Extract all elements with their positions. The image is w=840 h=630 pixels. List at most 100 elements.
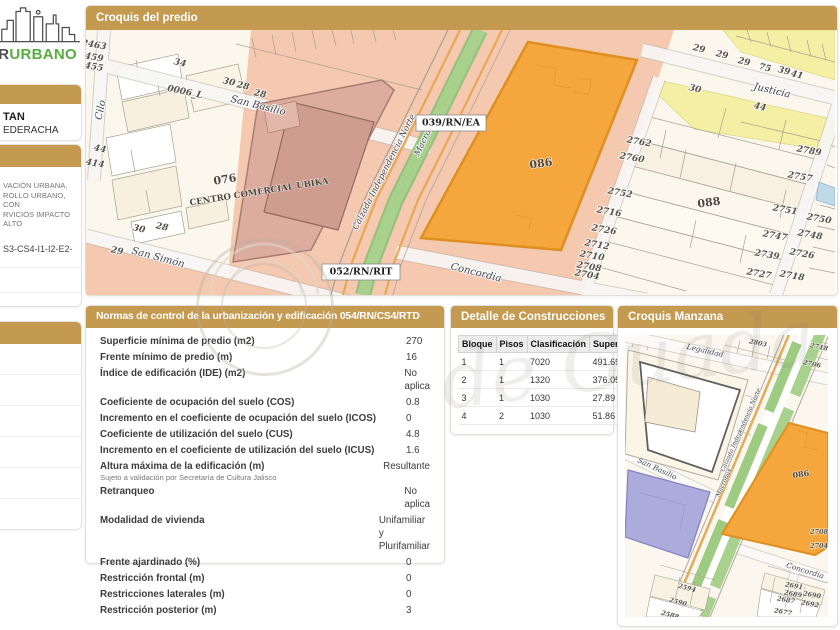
normas-value: 3 xyxy=(406,604,430,617)
city-skyline-icon xyxy=(0,0,80,46)
map-label: 2708 xyxy=(809,528,828,536)
normas-row: Restricciones laterales (m)0 xyxy=(100,586,430,602)
sidebar-row xyxy=(0,292,81,308)
normas-label: Superficie mínima de predio (m2) xyxy=(100,335,406,348)
normas-row: Incremento en el coeficiente de ocupació… xyxy=(100,410,430,426)
normas-value: 270 xyxy=(406,335,430,348)
sidebar-row xyxy=(0,499,81,529)
map-label: 2704 xyxy=(809,542,828,550)
table-cell: 2 xyxy=(459,371,497,389)
table-cell: 1320 xyxy=(527,371,590,389)
normas-note: Sujeto a validación por Secretaría de Cu… xyxy=(100,473,383,482)
panel-normas: Normas de control de la urbanización y e… xyxy=(85,305,445,564)
land-use-text: RVICIOS IMPACTO ALTO xyxy=(3,210,81,229)
normas-table: Superficie mínima de predio (m2)270Frent… xyxy=(86,328,444,621)
normas-value: No aplica xyxy=(404,485,430,511)
normas-row: Coeficiente de ocupación del suelo (COS)… xyxy=(100,394,430,410)
sidebar-row xyxy=(0,437,81,468)
normas-value: 0.8 xyxy=(406,396,430,409)
sidebar-card-header xyxy=(0,85,81,104)
normas-label: Altura máxima de la edificación (m)Sujet… xyxy=(100,460,383,482)
sidebar-row xyxy=(0,468,81,499)
normas-label: Restricciones laterales (m) xyxy=(100,588,406,601)
sidebar-uses-card: VACIÓN URBANA, ROLLO URBANO, CON RVICIOS… xyxy=(0,144,82,307)
table-cell: 1030 xyxy=(527,407,590,425)
table-cell: 3 xyxy=(459,389,497,407)
construction-row: 42103051.86 m² xyxy=(459,407,641,425)
normas-label: Modalidad de vivienda xyxy=(100,514,379,527)
table-cell: 1 xyxy=(496,353,527,371)
normas-row: Frente mínimo de predio (m)16 xyxy=(100,349,430,365)
panel-title: Croquis del predio xyxy=(86,6,837,30)
sidebar-zone-card: TAN EDERACHA xyxy=(0,84,82,141)
panel-title: Detalle de Construcciones xyxy=(451,306,613,328)
croquis-manzana-map[interactable]: LegalidadSan BasilioConcordiaCalzada Ind… xyxy=(625,335,828,617)
logo-part-green: URBANO xyxy=(9,46,77,63)
logo-wordmark: ORURBANO xyxy=(0,46,77,63)
normas-value: 0 xyxy=(406,412,430,425)
zone-name: TAN xyxy=(3,111,81,123)
table-cell: 7020 xyxy=(527,353,590,371)
normas-value: Resultante xyxy=(383,460,430,473)
croquis-predio-map[interactable]: CiloSan BasilioSan SimónConcordiaJustici… xyxy=(86,30,835,295)
panel-croquis-manzana: Croquis Manzana xyxy=(617,305,838,627)
normas-row: Altura máxima de la edificación (m)Sujet… xyxy=(100,458,430,483)
normas-value: 4.8 xyxy=(406,428,430,441)
visor-urbano-logo: ORURBANO xyxy=(0,0,80,74)
table-cell: 1 xyxy=(496,371,527,389)
normas-row: Modalidad de viviendaUnifamiliar y Pluri… xyxy=(100,512,430,554)
normas-value: 16 xyxy=(406,351,430,364)
normas-value: 1.6 xyxy=(406,444,430,457)
normas-value: 0 xyxy=(406,572,430,585)
normas-value: 0 xyxy=(406,588,430,601)
panel-title: Normas de control de la urbanización y e… xyxy=(86,306,444,328)
normas-label: Índice de edificación (IDE) (m2) xyxy=(100,367,404,380)
construction-row: 117020491.69 m² xyxy=(459,353,641,371)
normas-label: Frente ajardinado (%) xyxy=(100,556,406,569)
normas-label: Retranqueo xyxy=(100,485,404,498)
table-cell: 1030 xyxy=(527,389,590,407)
panel-detalle-construcciones: Detalle de Construcciones BloquePisosCla… xyxy=(450,305,614,435)
column-header: Pisos xyxy=(496,336,527,353)
sidebar-row xyxy=(0,344,81,375)
sidebar-row xyxy=(0,375,81,406)
normas-row: Restricción posterior (m)3 xyxy=(100,602,430,618)
table-cell: 4 xyxy=(459,407,497,425)
normas-value: Unifamiliar y Plurifamiliar xyxy=(379,514,430,553)
normas-label: Frente mínimo de predio (m) xyxy=(100,351,406,364)
normas-row: Superficie mínima de predio (m2)270 xyxy=(100,333,430,349)
normas-value: No aplica xyxy=(404,367,430,393)
normas-label: Incremento en el coeficiente de ocupació… xyxy=(100,412,406,425)
normas-row: Frente ajardinado (%)0 xyxy=(100,554,430,570)
colonia-name: EDERACHA xyxy=(3,125,81,136)
normas-label: Coeficiente de utilización del suelo (CU… xyxy=(100,428,406,441)
normas-label: Coeficiente de ocupación del suelo (COS) xyxy=(100,396,406,409)
sidebar-card-header xyxy=(0,322,81,344)
column-header: Bloque xyxy=(459,336,497,353)
map-label: 039/RN/EA xyxy=(422,118,481,129)
sidebar-row xyxy=(0,406,81,437)
construction-row: 31103027.89 m² xyxy=(459,389,641,407)
constructions-table: BloquePisosClasificaciónSuperficie 11702… xyxy=(458,335,641,425)
table-cell: 1 xyxy=(496,389,527,407)
land-use-text: ROLLO URBANO, CON xyxy=(3,191,81,210)
sidebar-list-card xyxy=(0,321,82,530)
normas-row: RetranqueoNo aplica xyxy=(100,483,430,512)
normas-value: 0 xyxy=(406,556,430,569)
table-cell: 1 xyxy=(459,353,497,371)
normas-label: Restricción frontal (m) xyxy=(100,572,406,585)
column-header: Clasificación xyxy=(527,336,590,353)
construction-row: 211320376.05 m² xyxy=(459,371,641,389)
land-use-text: VACIÓN URBANA, xyxy=(3,181,81,191)
sidebar-card-header xyxy=(0,145,81,167)
normas-row: Índice de edificación (IDE) (m2)No aplic… xyxy=(100,365,430,394)
panel-croquis-predio: Croquis del predio xyxy=(85,5,838,296)
normas-label: Incremento en el coeficiente de utilizac… xyxy=(100,444,406,457)
normas-row: Incremento en el coeficiente de utilizac… xyxy=(100,442,430,458)
logo-part-gray: OR xyxy=(0,46,9,63)
table-cell: 2 xyxy=(496,407,527,425)
normas-row: Restricción frontal (m)0 xyxy=(100,570,430,586)
normas-row: Coeficiente de utilización del suelo (CU… xyxy=(100,426,430,442)
map-label: 052/RN/RIT xyxy=(330,267,393,278)
panel-title: Croquis Manzana xyxy=(618,306,837,328)
